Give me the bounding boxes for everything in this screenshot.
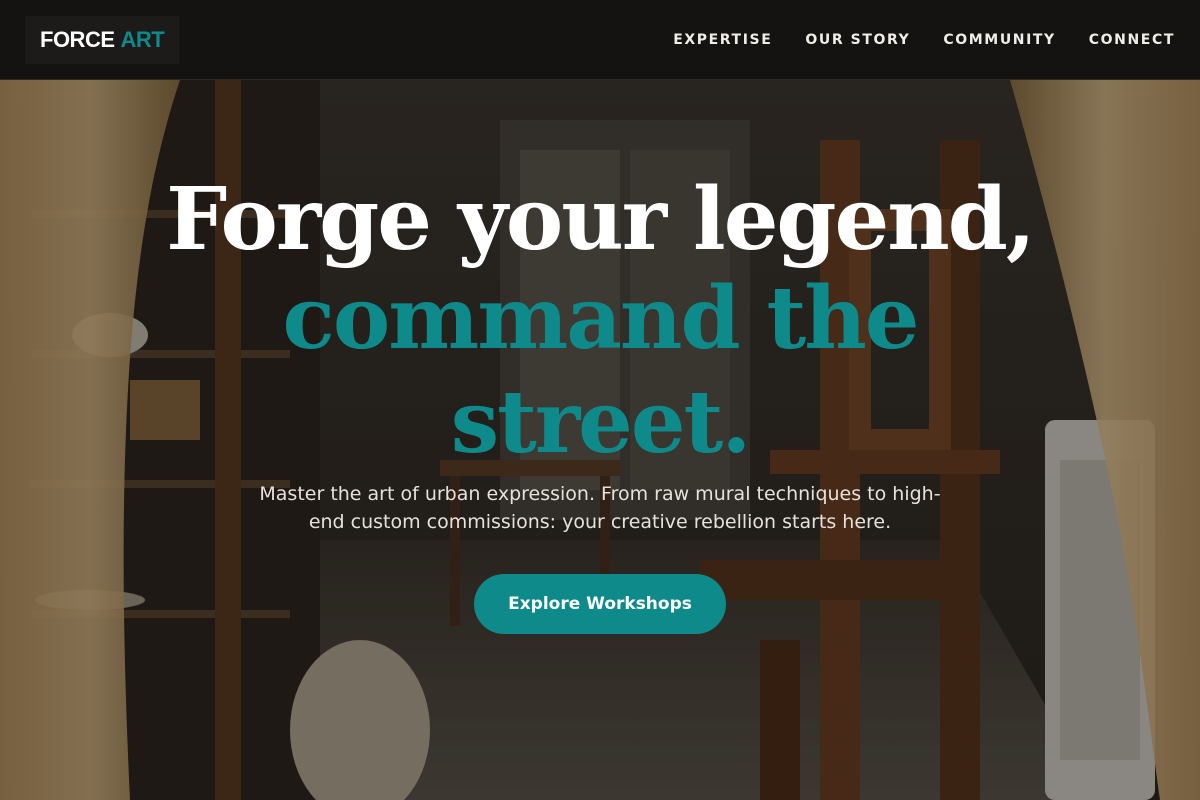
brand-logo[interactable]: FORCE ART (25, 15, 180, 64)
nav-link-our-story[interactable]: OUR STORY (805, 32, 910, 48)
explore-workshops-button[interactable]: Explore Workshops (474, 574, 726, 634)
hero-section: Forge your legend, command the street. M… (0, 80, 1200, 800)
hero-headline-line2: command the (282, 268, 919, 369)
brand-name-part1: FORCE (40, 26, 115, 52)
hero-headline-line3: street. (450, 372, 752, 473)
nav-link-community[interactable]: COMMUNITY (943, 32, 1055, 48)
hero-headline-line1: Forge your legend, (166, 169, 1036, 270)
main-nav: EXPERTISE OUR STORY COMMUNITY CONNECT (640, 32, 1175, 48)
navbar: FORCE ART EXPERTISE OUR STORY COMMUNITY … (0, 0, 1200, 80)
hero-subtitle: Master the art of urban expression. From… (259, 483, 941, 533)
brand-name-part2: ART (120, 26, 165, 52)
nav-link-expertise[interactable]: EXPERTISE (673, 32, 772, 48)
nav-link-connect[interactable]: CONNECT (1089, 32, 1175, 48)
